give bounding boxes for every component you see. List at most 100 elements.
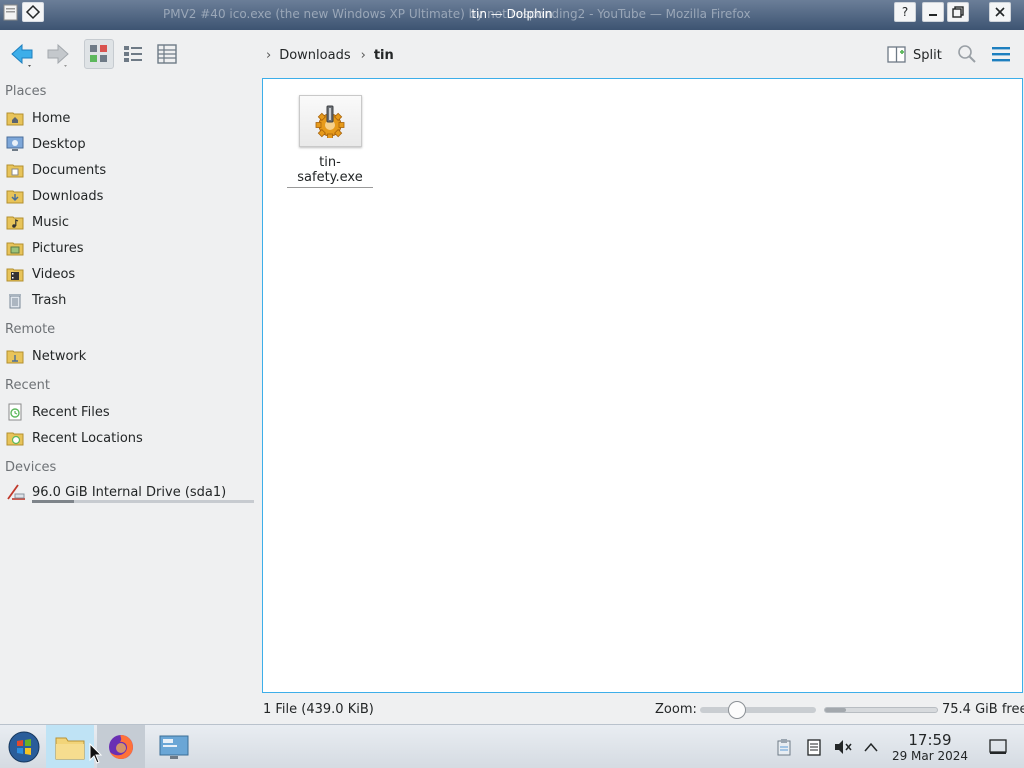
back-button[interactable]: [8, 39, 38, 69]
sidebar-item-label: Home: [32, 110, 71, 126]
free-space-bar: [824, 707, 938, 713]
trash-icon: [6, 291, 24, 309]
details-view-button[interactable]: [152, 39, 182, 69]
selection-summary: 1 File (439.0 KiB): [263, 702, 374, 717]
file-item[interactable]: tin-safety.exe: [287, 95, 373, 188]
firefox-task[interactable]: [97, 725, 145, 768]
zoom-label: Zoom:: [655, 702, 697, 717]
split-view-icon: [887, 46, 906, 63]
section-title-remote: Remote: [5, 322, 56, 337]
sidebar-item-trash[interactable]: Trash: [6, 289, 66, 311]
sidebar-item-label: Desktop: [32, 136, 86, 152]
file-view[interactable]: tin-safety.exe: [262, 78, 1023, 693]
sidebar-item-videos[interactable]: Videos: [6, 263, 75, 285]
free-space-fill: [825, 708, 847, 712]
dolphin-task[interactable]: [46, 725, 94, 768]
sidebar-item-label: Documents: [32, 162, 107, 178]
breadcrumb: › Downloads › tin: [262, 45, 394, 65]
zoom-slider[interactable]: [700, 701, 816, 719]
drive-usage-bar: [32, 500, 254, 503]
clock[interactable]: 17:59 29 Mar 2024: [888, 731, 972, 763]
status-bar: 1 File (439.0 KiB) Zoom: 75.4 GiB free: [0, 697, 1024, 723]
compact-view-icon: [124, 46, 142, 62]
recent-files-icon: [6, 403, 24, 421]
sidebar-item-label: Network: [32, 348, 87, 364]
sidebar-item-label: Pictures: [32, 240, 84, 256]
windows-orb-icon: [8, 731, 40, 763]
home-folder-icon: [6, 109, 24, 127]
breadcrumb-downloads[interactable]: Downloads: [279, 48, 350, 63]
maximize-button[interactable]: [947, 2, 969, 22]
desktop-icon: [6, 135, 24, 153]
start-button[interactable]: [0, 725, 48, 768]
window-titlebar[interactable]: PMV2 #40 ico.exe (the new Windows XP Ult…: [0, 0, 1024, 30]
system-settings-task[interactable]: [150, 725, 198, 768]
main-toolbar: › Downloads › tin Split: [0, 30, 1024, 80]
chevron-up-icon[interactable]: [861, 737, 881, 757]
sidebar-item-documents[interactable]: Documents: [6, 159, 106, 181]
minimize-button[interactable]: [922, 2, 944, 22]
music-folder-icon: [6, 213, 24, 231]
sidebar-item-desktop[interactable]: Desktop: [6, 133, 86, 155]
drive-usage-fill: [32, 500, 75, 503]
sidebar-item-network[interactable]: Network: [6, 345, 86, 367]
firefox-icon: [109, 735, 133, 759]
show-desktop-button[interactable]: [988, 737, 1008, 757]
sidebar-item-pictures[interactable]: Pictures: [6, 237, 83, 259]
sidebar-item-recent-locations[interactable]: Recent Locations: [6, 427, 143, 449]
hard-drive-icon: [6, 483, 25, 501]
sidebar-item-label: Recent Files: [32, 404, 110, 420]
videos-folder-icon: [6, 265, 24, 283]
sidebar-item-label: Music: [32, 214, 69, 230]
recent-locations-icon: [6, 429, 24, 447]
clipboard-icon[interactable]: [774, 737, 794, 757]
sidebar-item-recent-files[interactable]: Recent Files: [6, 401, 110, 423]
chevron-right-icon: ›: [360, 47, 366, 63]
clock-time: 17:59: [908, 731, 952, 749]
sidebar-item-downloads[interactable]: Downloads: [6, 185, 103, 207]
forward-button[interactable]: [42, 39, 72, 69]
zoom-slider-handle[interactable]: [728, 701, 747, 719]
breadcrumb-tin[interactable]: tin: [374, 48, 394, 63]
sidebar-item-label: Videos: [32, 266, 76, 282]
split-label: Split: [913, 47, 942, 63]
menu-button[interactable]: [986, 39, 1016, 69]
pictures-folder-icon: [6, 239, 24, 257]
search-icon: [958, 45, 976, 63]
section-title-recent: Recent: [5, 378, 50, 393]
close-button[interactable]: [989, 2, 1011, 22]
arrow-left-icon: [11, 43, 33, 67]
network-folder-icon: [6, 347, 24, 365]
notes-icon[interactable]: [804, 737, 824, 757]
help-button[interactable]: ?: [894, 2, 916, 22]
volume-muted-icon[interactable]: [833, 737, 853, 757]
arrow-right-icon: [47, 43, 69, 67]
compact-view-button[interactable]: [118, 39, 148, 69]
sidebar-item-label: Recent Locations: [32, 430, 143, 446]
sidebar-item-label: Downloads: [32, 188, 104, 204]
hamburger-menu-icon: [992, 47, 1010, 62]
icons-view-icon: [90, 45, 107, 62]
downloads-folder-icon: [6, 187, 24, 205]
clock-date: 29 Mar 2024: [891, 749, 969, 763]
folder-icon: [55, 737, 85, 760]
search-button[interactable]: [952, 39, 982, 69]
taskbar: 17:59 29 Mar 2024: [0, 724, 1024, 768]
sidebar-item-label: 96.0 GiB Internal Drive (sda1): [32, 484, 227, 500]
chevron-right-icon: ›: [266, 47, 272, 63]
section-title-places: Places: [5, 84, 47, 99]
icons-view-button[interactable]: [84, 39, 114, 69]
places-panel: Places Home Desktop Documents Downloads …: [0, 80, 258, 692]
window-title: tin — Dolphin: [471, 7, 553, 21]
split-button[interactable]: Split: [887, 43, 942, 67]
section-title-devices: Devices: [5, 460, 57, 475]
free-space-label: 75.4 GiB free: [942, 702, 1024, 717]
sidebar-item-home[interactable]: Home: [6, 107, 70, 129]
file-name: tin-safety.exe: [287, 155, 373, 188]
mouse-cursor-icon: [89, 743, 103, 764]
documents-folder-icon: [6, 161, 24, 179]
sidebar-item-label: Trash: [32, 292, 67, 308]
settings-monitor-icon: [159, 735, 189, 759]
details-view-icon: [157, 44, 177, 64]
sidebar-item-music[interactable]: Music: [6, 211, 69, 233]
